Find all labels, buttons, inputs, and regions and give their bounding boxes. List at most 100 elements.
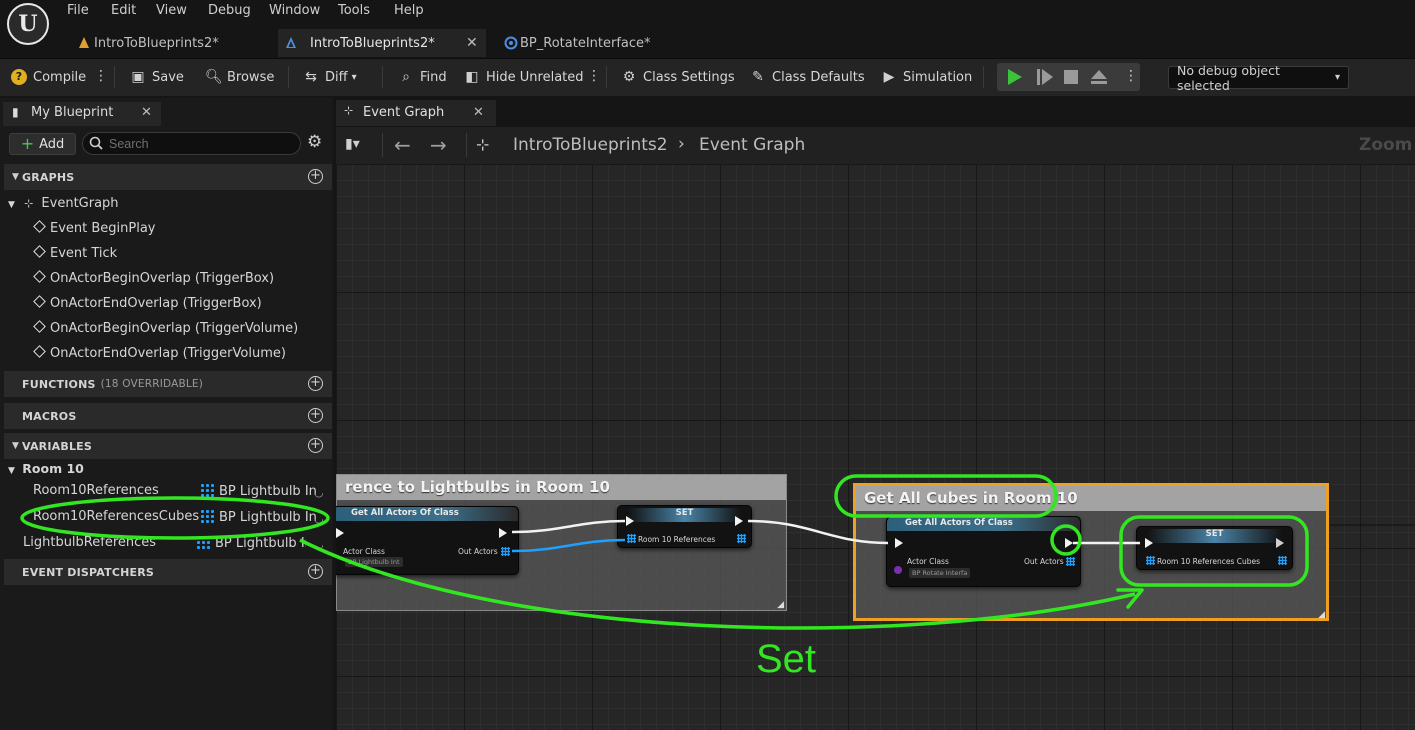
set-variable-label: Room 10 References [638, 535, 716, 544]
settings-gear-icon[interactable]: ⚙ [307, 132, 322, 152]
add-dispatcher-icon[interactable]: + [308, 564, 323, 579]
macros-section-header[interactable]: MACROS + [4, 403, 332, 429]
menu-window[interactable]: Window [269, 3, 320, 18]
class-settings-button[interactable]: ⚙ Class Settings [621, 58, 735, 96]
variable-category[interactable]: ▼ Room 10 [8, 461, 84, 476]
exec-in-pin[interactable] [336, 528, 344, 538]
array-out-pin[interactable] [1278, 556, 1287, 565]
class-pin[interactable] [894, 566, 902, 574]
variable-item[interactable]: Room10References [33, 483, 159, 498]
event-dispatchers-section-header[interactable]: EVENT DISPATCHERS + [4, 559, 332, 585]
variable-item[interactable]: LightbulbReferences [23, 535, 156, 550]
close-tab-icon[interactable]: ✕ [466, 35, 478, 51]
play-icon[interactable] [1005, 68, 1025, 86]
menu-help[interactable]: Help [394, 3, 424, 18]
menu-edit[interactable]: Edit [111, 3, 136, 18]
doc-tab-2[interactable]: IntroToBlueprints2* ✕ [278, 29, 486, 57]
unreal-logo-icon[interactable]: U [7, 3, 49, 45]
step-icon[interactable] [1035, 68, 1055, 86]
array-in-pin[interactable] [627, 534, 636, 543]
exec-in-pin[interactable] [895, 538, 903, 548]
find-button[interactable]: ⌕ Find [398, 58, 447, 96]
menu-tools[interactable]: Tools [338, 3, 370, 18]
hide-unrelated-button[interactable]: ◧ Hide Unrelated [464, 58, 583, 96]
doc-tab-1[interactable]: IntroToBlueprints2* [74, 29, 274, 57]
compile-options-icon[interactable]: ⋮ [94, 68, 108, 84]
diff-button[interactable]: ⇆ Diff ▾ [303, 58, 357, 96]
node-set-1[interactable]: SET Room 10 References [617, 505, 752, 548]
event-item[interactable]: OnActorEndOverlap (TriggerVolume) [33, 345, 286, 361]
array-in-pin[interactable] [1146, 556, 1155, 565]
visibility-eye-icon[interactable]: ◡ [314, 486, 324, 499]
event-item[interactable]: Event Tick [33, 245, 117, 261]
node-get-all-actors-2[interactable]: Get All Actors Of Class Actor Class BP R… [886, 516, 1081, 587]
forward-arrow-icon[interactable]: → [430, 133, 447, 157]
simulation-button[interactable]: ▶ Simulation [881, 58, 973, 96]
eject-icon[interactable] [1089, 68, 1109, 86]
back-arrow-icon[interactable]: ← [394, 133, 411, 157]
play-options-icon[interactable]: ⋮ [1124, 68, 1138, 84]
browse-label: Browse [227, 69, 275, 85]
exec-in-pin[interactable] [626, 516, 634, 526]
event-item[interactable]: OnActorEndOverlap (TriggerBox) [33, 295, 262, 311]
node-set-2[interactable]: SET Room 10 References Cubes [1136, 526, 1293, 570]
variable-type[interactable]: BP Lightbulb In [196, 535, 306, 551]
add-button[interactable]: + Add [9, 133, 76, 155]
variables-section-header[interactable]: ▼ VARIABLES + [4, 433, 332, 459]
add-macro-icon[interactable]: + [308, 408, 323, 423]
variable-type[interactable]: BP Lightbulb In [200, 509, 317, 525]
menu-file[interactable]: File [67, 3, 89, 18]
debug-object-dropdown[interactable]: No debug object selected ▾ [1168, 63, 1349, 93]
node-get-all-actors-1[interactable]: Get All Actors Of Class Actor Class BP L… [336, 506, 519, 575]
actor-class-dropdown[interactable]: BP Lightbulb Int [345, 557, 403, 567]
save-button[interactable]: ▣ Save [130, 58, 184, 96]
actor-class-dropdown[interactable]: BP Rotate Interfa [909, 568, 971, 578]
exec-out-pin[interactable] [499, 528, 507, 538]
browse-button[interactable]: 🔍︎ Browse [205, 58, 274, 96]
zoom-level-label: Zoom - [1359, 135, 1415, 155]
hide-unrelated-icon: ◧ [465, 69, 479, 85]
array-out-pin[interactable] [737, 534, 746, 543]
functions-section-header[interactable]: FUNCTIONS (18 OVERRIDABLE) + [4, 371, 332, 397]
event-item[interactable]: Event BeginPlay [33, 220, 156, 236]
menu-view[interactable]: View [156, 3, 187, 18]
exec-in-pin[interactable] [1145, 538, 1153, 548]
event-graph-tab[interactable]: ⊹ Event Graph ✕ [336, 100, 496, 126]
event-item[interactable]: OnActorBeginOverlap (TriggerBox) [33, 270, 274, 286]
expand-arrow-icon: ▼ [8, 200, 15, 210]
resize-handle-icon[interactable]: ◢ [1318, 610, 1325, 620]
out-actors-pin[interactable] [1066, 557, 1075, 566]
stop-icon[interactable] [1063, 69, 1079, 85]
graphs-section-header[interactable]: ▼ GRAPHS + [4, 164, 332, 190]
doc-tab-3[interactable]: BP_RotateInterface* [500, 29, 700, 57]
event-item[interactable]: OnActorBeginOverlap (TriggerVolume) [33, 320, 298, 336]
exec-out-pin[interactable] [1276, 538, 1284, 548]
event-graph-canvas[interactable]: rence to Lightbulbs in Room 10 ◢ Get All… [336, 164, 1415, 730]
event-graph-item[interactable]: ▼ ⊹ EventGraph [8, 196, 119, 211]
variable-item[interactable]: Room10ReferencesCubes [33, 509, 199, 524]
graph-breadcrumb-bar: ▮▾ ← → ⊹ IntroToBlueprints2 › Event Grap… [336, 127, 1415, 164]
add-function-icon[interactable]: + [308, 376, 323, 391]
compile-button[interactable]: ? Compile [11, 58, 86, 96]
close-icon[interactable]: ✕ [141, 105, 152, 120]
bookmark-icon[interactable]: ▮▾ [345, 136, 360, 152]
close-icon[interactable]: ✕ [473, 105, 484, 120]
hide-options-icon[interactable]: ⋮ [587, 68, 601, 84]
exec-out-pin[interactable] [1065, 538, 1073, 548]
add-graph-icon[interactable]: + [308, 169, 323, 184]
visibility-eye-icon[interactable]: ◡ [314, 512, 324, 525]
my-blueprint-tab[interactable]: ▮ My Blueprint ✕ [3, 102, 161, 126]
variable-type[interactable]: BP Lightbulb In [200, 483, 317, 499]
exec-out-pin[interactable] [735, 516, 743, 526]
add-variable-icon[interactable]: + [308, 438, 323, 453]
comment-title[interactable]: Get All Cubes in Room 10 [856, 486, 1326, 511]
class-defaults-button[interactable]: ✎ Class Defaults [750, 58, 864, 96]
breadcrumb-current[interactable]: Event Graph [699, 135, 805, 155]
comment-title[interactable]: rence to Lightbulbs in Room 10 [337, 475, 786, 500]
visibility-eye-icon[interactable]: ◡ [314, 538, 324, 551]
breadcrumb-root[interactable]: IntroToBlueprints2 [513, 135, 668, 155]
search-input[interactable] [82, 132, 301, 155]
resize-handle-icon[interactable]: ◢ [777, 600, 784, 610]
menu-debug[interactable]: Debug [208, 3, 251, 18]
out-actors-pin[interactable] [501, 547, 510, 556]
